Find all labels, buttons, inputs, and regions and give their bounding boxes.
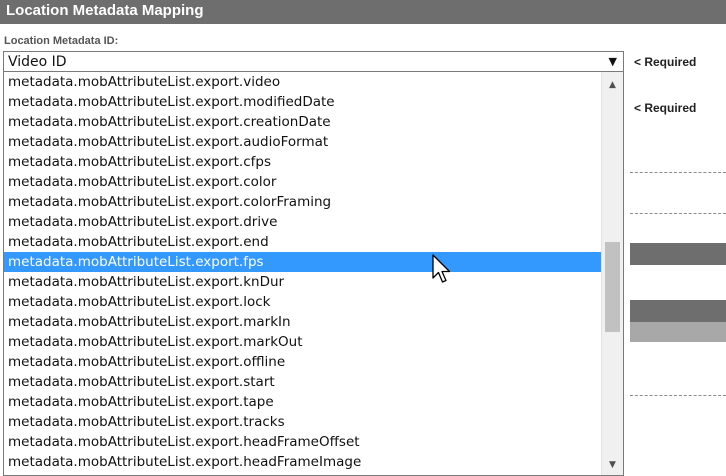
- dropdown-option[interactable]: metadata.mobAttributeList.export.tape: [4, 392, 601, 412]
- dropdown-option[interactable]: metadata.mobAttributeList.export.headFra…: [4, 432, 601, 452]
- dropdown-option[interactable]: metadata.mobAttributeList.export.colorFr…: [4, 192, 601, 212]
- required-marker-2: < Required: [634, 101, 697, 115]
- divider: [630, 213, 726, 214]
- section-bar: [630, 300, 726, 322]
- arrow-pointer-icon: [432, 254, 451, 283]
- dropdown-option[interactable]: metadata.mobAttributeList.export.headFra…: [4, 452, 601, 472]
- dropdown-option[interactable]: metadata.mobAttributeList.export.lock: [4, 292, 601, 312]
- section-bar: [630, 243, 726, 265]
- scrollbar[interactable]: ▲ ▼: [601, 72, 623, 475]
- dropdown-option[interactable]: metadata.mobAttributeList.export.markIn: [4, 312, 601, 332]
- dropdown-option[interactable]: metadata.mobAttributeList.export.tracks: [4, 412, 601, 432]
- dropdown-option[interactable]: metadata.mobAttributeList.export.video: [4, 72, 601, 92]
- location-metadata-id-label: Location Metadata ID:: [4, 35, 119, 47]
- dropdown-option[interactable]: metadata.mobAttributeList.export.knDur: [4, 272, 601, 292]
- dropdown-option[interactable]: metadata.mobAttributeList.export.modifie…: [4, 92, 601, 112]
- dropdown-option[interactable]: metadata.mobAttributeList.export.start: [4, 372, 601, 392]
- dropdown-option[interactable]: metadata.mobAttributeList.export.end: [4, 232, 601, 252]
- divider: [630, 172, 726, 173]
- dropdown-option[interactable]: metadata.mobAttributeList.export.cfps: [4, 152, 601, 172]
- location-metadata-id-select[interactable]: Video ID ▼: [3, 51, 624, 72]
- section-title: Location Metadata Mapping: [6, 2, 204, 19]
- divider: [630, 395, 726, 396]
- dropdown-option[interactable]: metadata.mobAttributeList.export.creatio…: [4, 112, 601, 132]
- dropdown-option[interactable]: metadata.mobAttributeList.export.fps: [4, 252, 601, 272]
- dropdown-option[interactable]: metadata.mobAttributeList.export.color: [4, 172, 601, 192]
- selected-value: Video ID: [8, 54, 67, 70]
- required-marker: < Required: [634, 55, 697, 69]
- dropdown-option[interactable]: metadata.mobAttributeList.export.audioFo…: [4, 132, 601, 152]
- dropdown-list[interactable]: metadata.mobAttributeList.export.video me…: [3, 72, 624, 476]
- dropdown-option[interactable]: metadata.mobAttributeList.export.markOut: [4, 332, 601, 352]
- scroll-thumb[interactable]: [605, 242, 620, 332]
- section-bar-light: [630, 322, 726, 342]
- dropdown-option[interactable]: metadata.mobAttributeList.export.offline: [4, 352, 601, 372]
- triangle-up-icon[interactable]: ▲: [602, 76, 623, 94]
- section-header: Location Metadata Mapping: [0, 0, 726, 24]
- triangle-down-icon[interactable]: ▼: [602, 456, 623, 474]
- chevron-down-icon[interactable]: ▼: [609, 54, 617, 70]
- dropdown-option[interactable]: metadata.mobAttributeList.export.drive: [4, 212, 601, 232]
